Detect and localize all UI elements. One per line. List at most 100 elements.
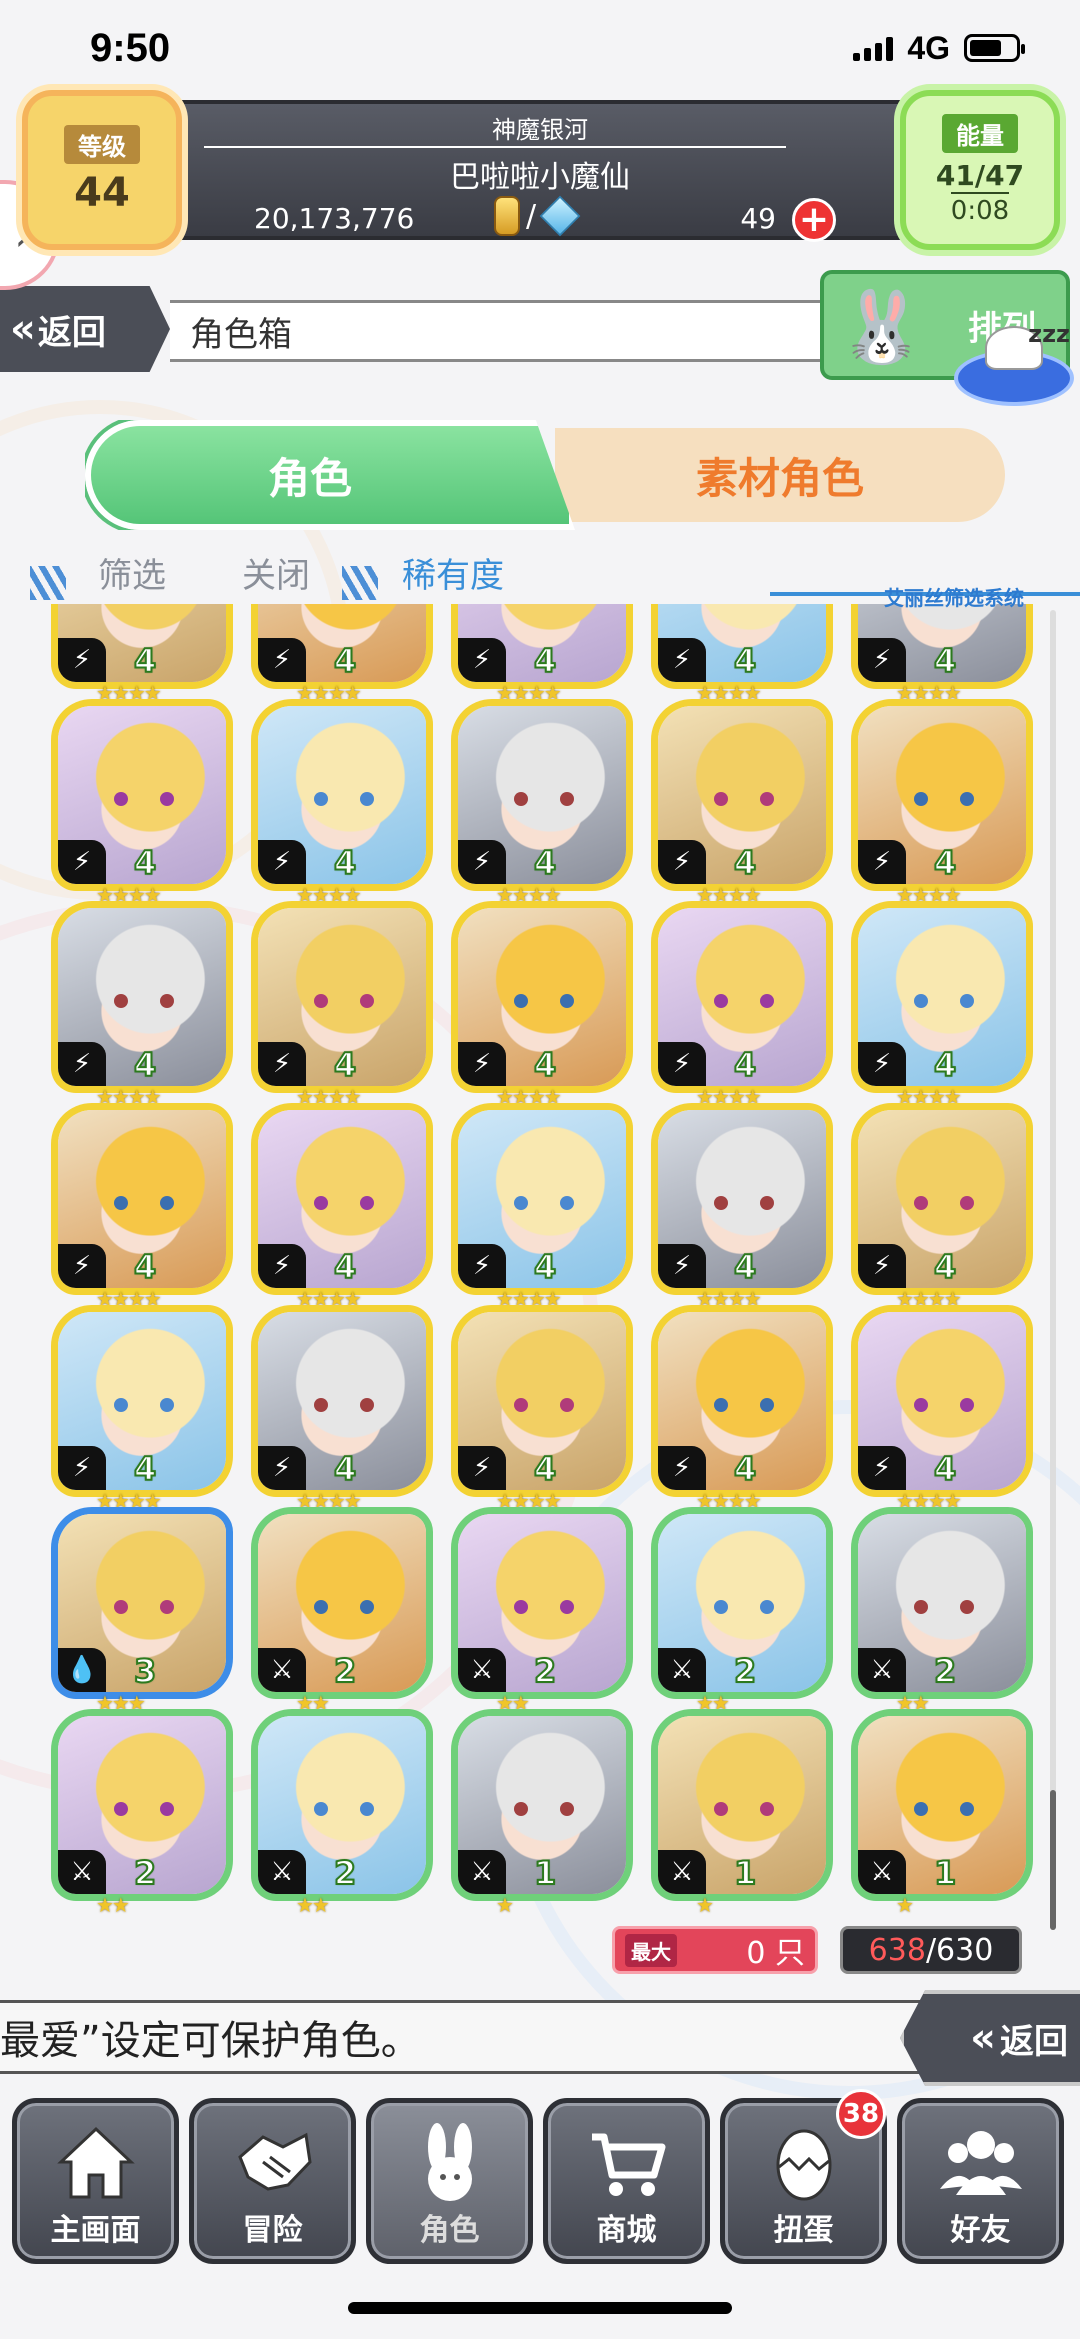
- character-card[interactable]: ⚔ 1: [858, 1716, 1026, 1894]
- home-indicator[interactable]: [348, 2302, 732, 2314]
- character-card[interactable]: ⚡ 4: [458, 908, 626, 1086]
- character-card[interactable]: ⚔ 1: [458, 1716, 626, 1894]
- tab-switcher: 素材角色 角色: [85, 420, 1005, 530]
- character-card[interactable]: ⚡ 4: [258, 908, 426, 1086]
- ufo-icon[interactable]: [954, 326, 1074, 406]
- character-card[interactable]: ⚡ 4: [658, 706, 826, 884]
- character-card[interactable]: ⚡ 4: [458, 1312, 626, 1490]
- character-eyes: [914, 1600, 974, 1614]
- character-card[interactable]: ⚡ 4: [858, 604, 1026, 682]
- character-card[interactable]: ⚡ 4: [58, 1110, 226, 1288]
- rarity-level: 2: [733, 1651, 757, 1691]
- character-card[interactable]: ⚡ 4: [258, 706, 426, 884]
- nav-egg-button[interactable]: 扭蛋 38: [720, 2089, 887, 2264]
- element-icon: ⚡: [658, 1244, 706, 1288]
- inventory-counters: 最大 0 只 638 / 630: [0, 1926, 1080, 1978]
- star-rating: ★★: [696, 1691, 730, 1715]
- character-eyes: [314, 1802, 374, 1816]
- character-eyes: [114, 994, 174, 1008]
- character-grid: ⚡ 4 ★★★★ ⚡ 4 ★★★★ ⚡ 4 ★★★★ ⚡ 4 ★★★★ ⚡ 4 ★★★★ ⚡ 4 ★★★★ ⚡ 4 ★★…: [0, 604, 1080, 1934]
- character-card[interactable]: 💧 3: [58, 1514, 226, 1692]
- star-rating: ★★★★: [296, 883, 362, 907]
- character-card[interactable]: ⚡ 4: [858, 908, 1026, 1086]
- character-card[interactable]: ⚔ 2: [858, 1514, 1026, 1692]
- character-card[interactable]: ⚡ 4: [58, 908, 226, 1086]
- nav-cart-button[interactable]: 商城: [543, 2098, 710, 2264]
- character-card[interactable]: ⚡ 4: [258, 1312, 426, 1490]
- scrollbar[interactable]: [1050, 610, 1056, 1930]
- character-card[interactable]: ⚡ 4: [858, 1110, 1026, 1288]
- character-eyes: [714, 1600, 774, 1614]
- character-card[interactable]: ⚡ 4: [258, 604, 426, 682]
- nav-home-button[interactable]: 主画面: [12, 2098, 179, 2264]
- character-card[interactable]: ⚔ 1: [658, 1716, 826, 1894]
- star-rating: ★★★★: [496, 883, 562, 907]
- character-card[interactable]: ⚡ 4: [858, 1312, 1026, 1490]
- back-button-bottom[interactable]: « 返回: [900, 1990, 1080, 2086]
- handshake-icon: [228, 2117, 318, 2207]
- character-eyes: [114, 1802, 174, 1816]
- filter-button[interactable]: 筛选: [98, 548, 166, 597]
- character-card[interactable]: ⚡ 4: [58, 706, 226, 884]
- character-card[interactable]: ⚡ 4: [458, 1110, 626, 1288]
- nav-handshake-button[interactable]: 冒险: [189, 2098, 356, 2264]
- character-card[interactable]: ⚡ 4: [58, 604, 226, 682]
- star-rating: ★★: [496, 1691, 530, 1715]
- rarity-level: 1: [733, 1853, 757, 1893]
- character-count-current: 638: [868, 1932, 926, 1968]
- star-rating: ★★: [96, 1893, 130, 1917]
- tab-material-characters[interactable]: 素材角色: [555, 428, 1005, 522]
- max-count-box: 最大 0 只: [612, 1926, 818, 1974]
- tip-bar: 最爱”设定可保护角色。 « 返回: [0, 1990, 1080, 2086]
- egg-icon: [759, 2117, 849, 2207]
- star-rating: ★★★★: [96, 1489, 162, 1513]
- nav-rabbit-button[interactable]: 角色: [366, 2098, 533, 2264]
- element-icon: ⚡: [258, 638, 306, 682]
- energy-badge[interactable]: 能量 41/47 0:08: [900, 90, 1060, 250]
- element-icon: ⚡: [58, 638, 106, 682]
- rarity-level: 4: [333, 843, 357, 883]
- tab-characters[interactable]: 角色: [85, 420, 575, 530]
- rarity-level: 4: [533, 843, 557, 883]
- element-icon: ⚡: [458, 1042, 506, 1086]
- energy-label: 能量: [942, 114, 1018, 153]
- rarity-level: 2: [133, 1853, 157, 1893]
- character-card[interactable]: ⚔ 2: [258, 1716, 426, 1894]
- character-card[interactable]: ⚡ 4: [58, 1312, 226, 1490]
- element-icon: ⚡: [858, 1446, 906, 1490]
- character-card[interactable]: ⚔ 2: [58, 1716, 226, 1894]
- bottom-navigation: 主画面 冒险 角色 商城 扭蛋 38 好友: [12, 2089, 1072, 2268]
- filter-close-button[interactable]: 关闭: [242, 548, 310, 597]
- character-card[interactable]: ⚡ 4: [658, 604, 826, 682]
- max-label: 最大: [625, 1933, 677, 1967]
- character-eyes: [114, 792, 174, 806]
- star-rating: ★★★★: [96, 883, 162, 907]
- character-card[interactable]: ⚡ 4: [658, 908, 826, 1086]
- character-eyes: [714, 1196, 774, 1210]
- back-button[interactable]: « 返回: [0, 286, 170, 372]
- star-rating: ★★: [296, 1893, 330, 1917]
- character-card[interactable]: ⚡ 4: [458, 706, 626, 884]
- nav-label: 主画面: [50, 2213, 141, 2248]
- character-card[interactable]: ⚡ 4: [658, 1110, 826, 1288]
- character-card[interactable]: ⚔ 2: [258, 1514, 426, 1692]
- back-label: 返回: [37, 312, 106, 353]
- nav-friends-button[interactable]: 好友: [897, 2098, 1064, 2264]
- add-currency-button[interactable]: +: [792, 198, 836, 242]
- rarity-filter[interactable]: 稀有度: [402, 548, 504, 597]
- character-card[interactable]: ⚡ 4: [858, 706, 1026, 884]
- element-icon: ⚔: [858, 1648, 906, 1692]
- top-navigation: « 返回 角色箱 🐰 排列 zzz: [0, 270, 1080, 406]
- element-icon: ⚡: [258, 840, 306, 884]
- character-eyes: [514, 1398, 574, 1412]
- character-eyes: [314, 1600, 374, 1614]
- element-icon: ⚡: [658, 1446, 706, 1490]
- character-card[interactable]: ⚔ 2: [658, 1514, 826, 1692]
- element-icon: ⚡: [258, 1244, 306, 1288]
- character-card[interactable]: ⚡ 4: [658, 1312, 826, 1490]
- character-card[interactable]: ⚔ 2: [458, 1514, 626, 1692]
- character-card[interactable]: ⚡ 4: [458, 604, 626, 682]
- star-rating: ★★★★: [96, 1085, 162, 1109]
- character-card[interactable]: ⚡ 4: [258, 1110, 426, 1288]
- character-eyes: [514, 994, 574, 1008]
